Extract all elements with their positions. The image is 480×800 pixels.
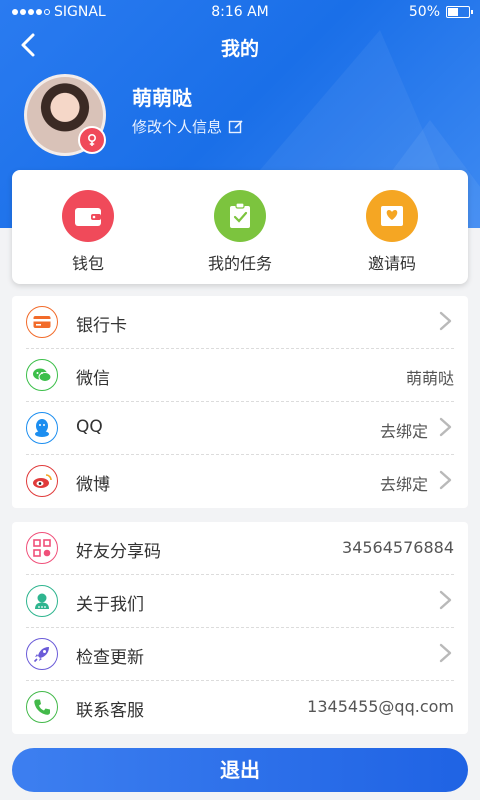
weibo-icon [26,465,58,497]
quick-actions-card: 钱包 我的任务 邀请码 [12,170,468,284]
chevron-right-icon [439,417,452,437]
edit-profile-label: 修改个人信息 [132,118,223,136]
battery-icon [446,6,473,18]
chevron-right-icon [439,590,452,610]
qq-icon [26,412,58,444]
status-bar: SIGNAL 8:16 AM 50% [0,0,480,24]
check-update-row[interactable]: 检查更新 [12,628,468,680]
about-icon [26,585,58,617]
wallet-label: 钱包 [71,254,104,273]
qq-label: QQ [76,417,103,437]
rocket-icon [26,638,58,670]
chevron-right-icon [439,470,452,490]
weibo-label: 微博 [76,475,110,495]
qq-row[interactable]: QQ 去绑定 [12,402,468,454]
chevron-right-icon [439,311,452,331]
account-bindings-list: 银行卡 微信 萌萌哒 QQ 去绑定 微博 去绑定 [12,296,468,508]
bank-card-row[interactable]: 银行卡 [12,296,468,348]
female-icon [78,126,106,154]
customer-service-email: 1345455@qq.com [307,697,454,716]
settings-list: 好友分享码 34564576884 关于我们 检查更新 联系客服 1345455… [12,522,468,734]
bank-card-icon [26,306,58,338]
nav-bar: 我的 [0,26,480,66]
profile-section: 萌萌哒 修改个人信息 [24,74,464,156]
customer-service-row[interactable]: 联系客服 1345455@qq.com [12,681,468,733]
logout-button[interactable]: 退出 [12,748,468,792]
phone-icon [26,691,58,723]
weibo-row[interactable]: 微博 去绑定 [12,455,468,507]
my-tasks-label: 我的任务 [207,254,272,273]
check-update-label: 检查更新 [76,648,144,668]
bank-card-label: 银行卡 [76,316,127,336]
about-us-row[interactable]: 关于我们 [12,575,468,627]
wallet-button[interactable]: 钱包 [28,190,148,274]
invite-icon [366,190,418,242]
wechat-value: 萌萌哒 [405,369,454,388]
qq-bind-status: 去绑定 [379,422,428,441]
page-title: 我的 [220,38,259,60]
weibo-bind-status: 去绑定 [379,475,428,494]
edit-profile-link[interactable]: 修改个人信息 [132,116,244,137]
share-code-value: 34564576884 [342,538,454,557]
edit-icon [228,119,243,133]
qrcode-icon [26,532,58,564]
customer-service-label: 联系客服 [76,701,144,721]
wechat-row[interactable]: 微信 萌萌哒 [12,349,468,401]
wechat-label: 微信 [76,369,110,389]
share-code-label: 好友分享码 [76,542,161,562]
about-us-label: 关于我们 [76,595,144,615]
battery-percent: 50% [408,4,440,20]
invite-code-button[interactable]: 邀请码 [332,190,452,274]
chevron-right-icon [439,643,452,663]
invite-code-label: 邀请码 [367,254,416,273]
my-tasks-button[interactable]: 我的任务 [180,190,300,274]
share-code-row[interactable]: 好友分享码 34564576884 [12,522,468,574]
wallet-icon [62,190,114,242]
task-icon [214,190,266,242]
user-name: 萌萌哒 [132,86,192,110]
wechat-icon [26,359,58,391]
